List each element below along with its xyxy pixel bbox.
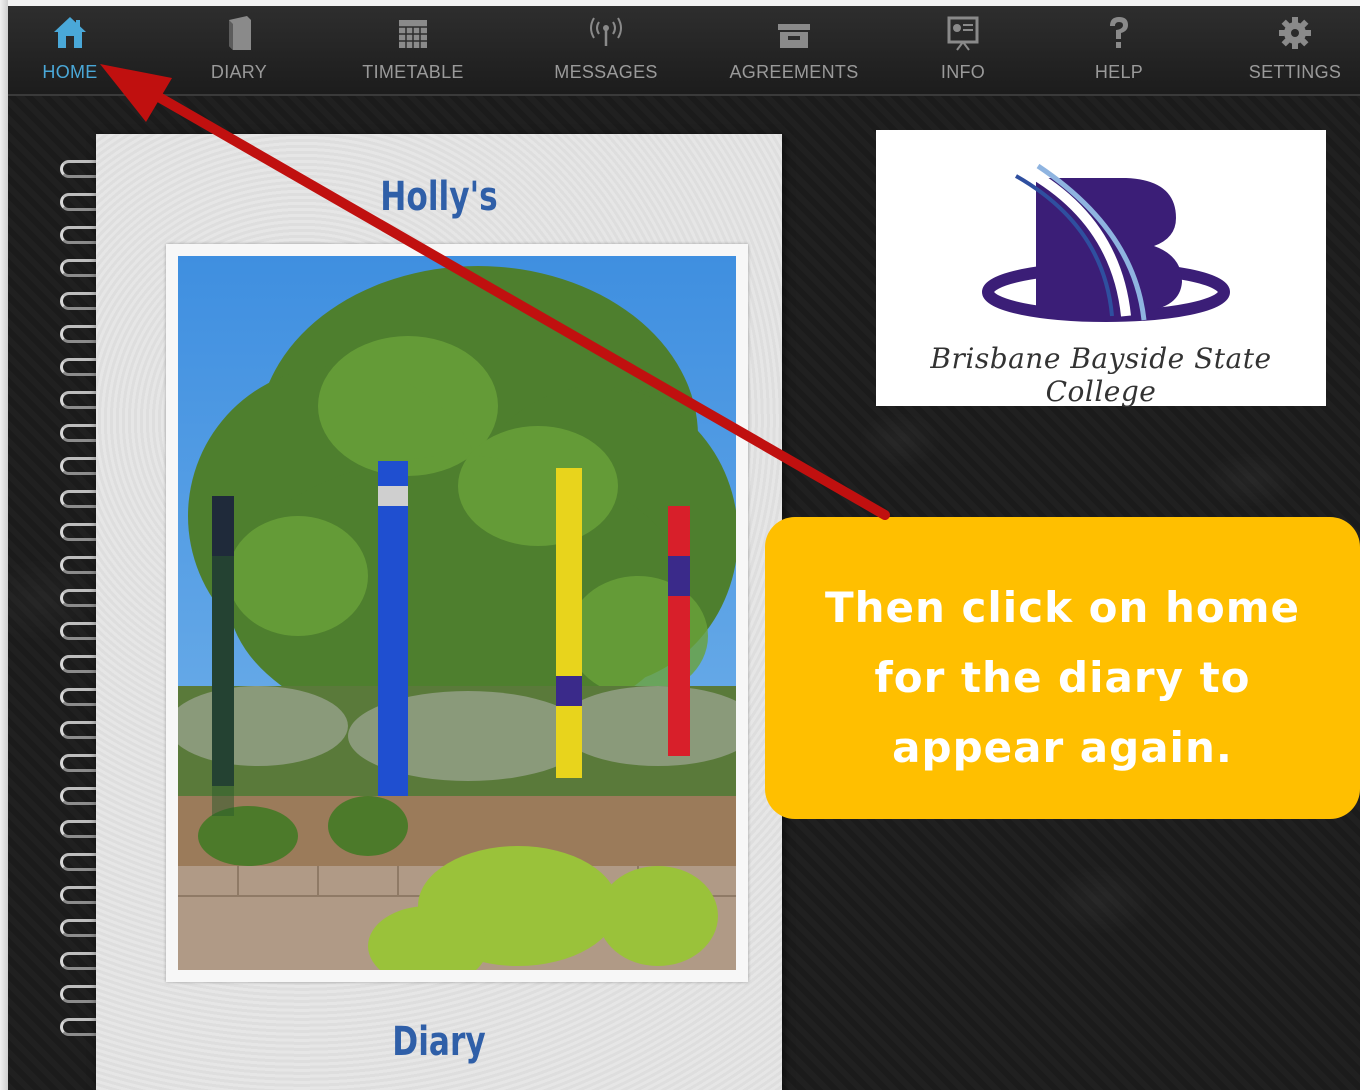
callout-line: appear again.: [892, 723, 1233, 772]
left-edge: [0, 0, 8, 1090]
nav-item-diary[interactable]: DIARY: [194, 6, 284, 94]
callout-line: Then click on home: [824, 583, 1301, 632]
nav-label-home: HOME: [42, 62, 98, 82]
nav-item-info[interactable]: INFO: [928, 6, 998, 94]
nav-label-settings: SETTINGS: [1248, 62, 1342, 82]
presentation-board-icon: [943, 14, 983, 52]
nav-label-info: INFO: [940, 62, 986, 82]
callout-line: for the diary to: [874, 653, 1251, 702]
nav-item-timetable[interactable]: TIMETABLE: [348, 6, 478, 94]
nav-label-agreements: AGREEMENTS: [729, 62, 859, 82]
nav-item-agreements[interactable]: AGREEMENTS: [714, 6, 874, 94]
diary-title: Holly's: [380, 174, 498, 220]
college-logo-icon: [982, 163, 1230, 322]
instruction-callout: Then click on home for the diary to appe…: [765, 517, 1360, 819]
nav-label-timetable: TIMETABLE: [362, 62, 464, 82]
book-icon: [219, 14, 259, 52]
home-icon: [50, 14, 90, 52]
diary-photo-frame: [166, 244, 748, 982]
gear-icon: [1275, 14, 1315, 52]
nav-label-diary: DIARY: [210, 62, 268, 82]
diary-footer-title: Diary: [392, 1019, 486, 1065]
calendar-icon: [393, 14, 433, 52]
diary-cover-photo: [178, 256, 736, 970]
diary-cover[interactable]: Holly's Diary: [96, 134, 782, 1090]
question-mark-icon: [1099, 14, 1139, 52]
college-logo-card: Brisbane Bayside State College: [876, 130, 1326, 408]
nav-item-help[interactable]: HELP: [1084, 6, 1154, 94]
nav-item-settings[interactable]: SETTINGS: [1240, 6, 1350, 94]
top-navbar: HOME DIARY TIMETABLE MESSAGES AGREEMENTS…: [8, 6, 1360, 96]
archive-box-icon: [774, 14, 814, 52]
broadcast-icon: [586, 14, 626, 52]
nav-label-help: HELP: [1094, 62, 1144, 82]
nav-item-messages[interactable]: MESSAGES: [536, 6, 676, 94]
nav-item-home[interactable]: HOME: [30, 6, 110, 94]
college-name: Brisbane Bayside State College: [930, 342, 1272, 408]
nav-label-messages: MESSAGES: [554, 62, 658, 82]
